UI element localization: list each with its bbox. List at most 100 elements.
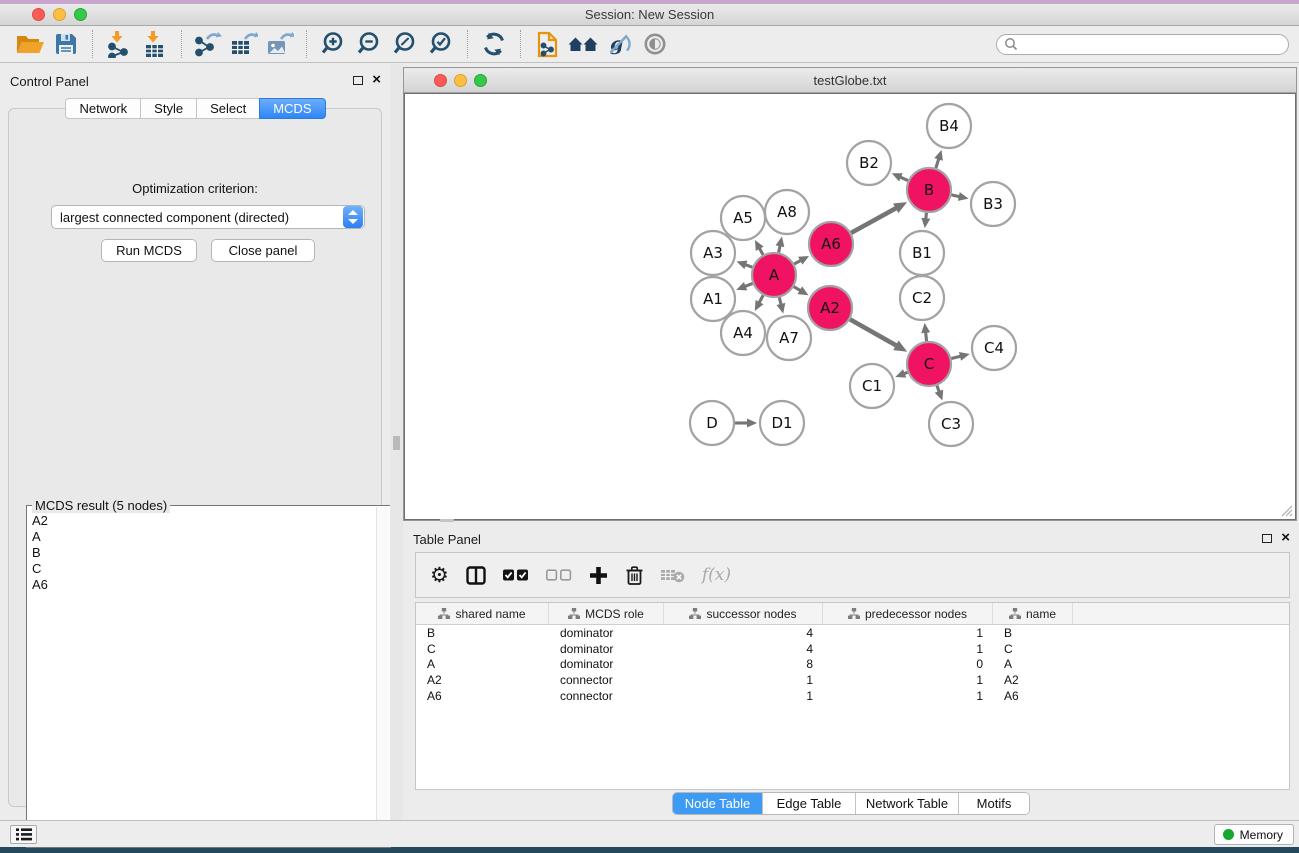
- table-cell[interactable]: A6: [416, 689, 549, 703]
- split-view-icon[interactable]: [466, 566, 486, 585]
- table-row[interactable]: A6connector11A6: [416, 688, 1289, 704]
- tab-node-table[interactable]: Node Table: [673, 793, 763, 814]
- splitter-handle[interactable]: [393, 436, 400, 450]
- result-scrollbar[interactable]: [376, 507, 389, 846]
- graph-node-C1[interactable]: C1: [850, 364, 894, 408]
- table-cell[interactable]: B: [993, 626, 1073, 640]
- graph-edge-C-C4[interactable]: [951, 352, 969, 361]
- graph-edge-C-C3[interactable]: [935, 386, 943, 401]
- graph-edge-B-B1[interactable]: [921, 213, 930, 228]
- table-cell[interactable]: B: [416, 626, 549, 640]
- tab-network-table[interactable]: Network Table: [856, 793, 959, 814]
- graph-node-A7[interactable]: A7: [767, 316, 811, 360]
- float-table-panel-icon[interactable]: [1262, 534, 1272, 543]
- graph-node-C4[interactable]: C4: [972, 326, 1016, 370]
- table-cell[interactable]: A6: [993, 689, 1073, 703]
- export-image-icon[interactable]: [262, 29, 298, 59]
- graph-edge-B-B3[interactable]: [951, 192, 968, 201]
- graph-edge-A-A3[interactable]: [737, 261, 753, 269]
- graph-edge-A-A5[interactable]: [755, 240, 764, 255]
- network-canvas[interactable]: B4B2BB3A8A5A6A3B1AA1C2A2A4A7C4CC1C3DD1: [404, 93, 1296, 520]
- maximize-network-icon[interactable]: [474, 74, 487, 87]
- table-cell[interactable]: 1: [823, 689, 993, 703]
- table-cell[interactable]: 8: [664, 657, 823, 671]
- table-cell[interactable]: A: [993, 657, 1073, 671]
- task-history-button[interactable]: [10, 825, 37, 844]
- network-graph[interactable]: B4B2BB3A8A5A6A3B1AA1C2A2A4A7C4CC1C3DD1: [405, 94, 1295, 520]
- node-table[interactable]: shared nameMCDS rolesuccessor nodesprede…: [415, 602, 1290, 790]
- close-panel-button[interactable]: Close panel: [211, 239, 315, 262]
- close-network-icon[interactable]: [434, 74, 447, 87]
- graph-node-C[interactable]: C: [907, 342, 951, 386]
- home-icon[interactable]: [565, 29, 601, 59]
- show-hide-icon[interactable]: [637, 29, 673, 59]
- table-settings-gear-icon[interactable]: ⚙: [430, 564, 449, 586]
- column-header-shared-name[interactable]: shared name: [416, 603, 549, 624]
- run-mcds-button[interactable]: Run MCDS: [101, 239, 197, 262]
- graph-edge-B-B2[interactable]: [892, 173, 908, 181]
- graph-node-D[interactable]: D: [690, 401, 734, 445]
- graph-edge-A-A2[interactable]: [794, 286, 809, 295]
- graph-edge-A-A1[interactable]: [736, 282, 752, 290]
- result-item[interactable]: C: [32, 561, 386, 577]
- close-table-panel-icon[interactable]: ×: [1281, 533, 1290, 543]
- graph-node-D1[interactable]: D1: [760, 401, 804, 445]
- graph-edge-D-D1[interactable]: [735, 419, 757, 428]
- graph-edge-C-C1[interactable]: [895, 369, 907, 377]
- table-cell[interactable]: C: [993, 642, 1073, 656]
- graph-node-B[interactable]: B: [907, 168, 951, 212]
- network-window-titlebar[interactable]: testGlobe.txt: [404, 68, 1296, 93]
- graph-node-A4[interactable]: A4: [721, 311, 765, 355]
- tab-style[interactable]: Style: [140, 98, 197, 119]
- minimize-network-icon[interactable]: [454, 74, 467, 87]
- table-cell[interactable]: dominator: [549, 626, 664, 640]
- vertical-splitter[interactable]: [390, 64, 403, 820]
- table-cell[interactable]: 1: [664, 673, 823, 687]
- graph-node-A8[interactable]: A8: [765, 190, 809, 234]
- graph-node-B3[interactable]: B3: [971, 182, 1015, 226]
- tab-select[interactable]: Select: [196, 98, 260, 119]
- result-item[interactable]: A6: [32, 577, 386, 593]
- table-cell[interactable]: 1: [823, 673, 993, 687]
- window-titlebar[interactable]: Session: New Session: [0, 4, 1299, 26]
- table-cell[interactable]: dominator: [549, 642, 664, 656]
- deselect-all-icon[interactable]: [546, 569, 572, 581]
- table-cell[interactable]: 4: [664, 626, 823, 640]
- search-field[interactable]: [996, 34, 1289, 55]
- result-item[interactable]: A2: [32, 513, 386, 529]
- graph-edge-B-B4[interactable]: [934, 150, 943, 168]
- import-network-icon[interactable]: [101, 29, 137, 59]
- table-cell[interactable]: dominator: [549, 657, 664, 671]
- table-cell[interactable]: C: [416, 642, 549, 656]
- graph-edge-A-A4[interactable]: [755, 295, 764, 311]
- refresh-icon[interactable]: [476, 29, 512, 59]
- hide-graphics-details-icon[interactable]: g: [601, 29, 637, 59]
- graph-edge-C-C2[interactable]: [921, 323, 930, 341]
- table-row[interactable]: Adominator80A: [416, 656, 1289, 672]
- graph-node-A1[interactable]: A1: [691, 277, 735, 321]
- graph-node-A3[interactable]: A3: [691, 231, 735, 275]
- zoom-out-icon[interactable]: [351, 29, 387, 59]
- graph-node-B2[interactable]: B2: [847, 141, 891, 185]
- zoom-fit-icon[interactable]: [387, 29, 423, 59]
- zoom-selected-icon[interactable]: [423, 29, 459, 59]
- graph-node-A5[interactable]: A5: [721, 196, 765, 240]
- graph-edge-A6-B[interactable]: [851, 202, 907, 233]
- search-input[interactable]: [1018, 36, 1288, 52]
- zoom-in-icon[interactable]: [315, 29, 351, 59]
- graph-node-B4[interactable]: B4: [927, 104, 971, 148]
- import-table-icon[interactable]: [137, 29, 173, 59]
- graph-node-B1[interactable]: B1: [900, 231, 944, 275]
- result-item[interactable]: B: [32, 545, 386, 561]
- result-item[interactable]: A: [32, 529, 386, 545]
- column-header-successor-nodes[interactable]: successor nodes: [664, 603, 823, 624]
- column-header-MCDS-role[interactable]: MCDS role: [549, 603, 664, 624]
- table-cell[interactable]: 0: [823, 657, 993, 671]
- memory-button[interactable]: Memory: [1214, 824, 1294, 845]
- table-cell[interactable]: connector: [549, 689, 664, 703]
- table-cell[interactable]: 1: [823, 642, 993, 656]
- maximize-window-icon[interactable]: [74, 8, 87, 21]
- save-session-icon[interactable]: [48, 29, 84, 59]
- export-table-icon[interactable]: [226, 29, 262, 59]
- table-cell[interactable]: connector: [549, 673, 664, 687]
